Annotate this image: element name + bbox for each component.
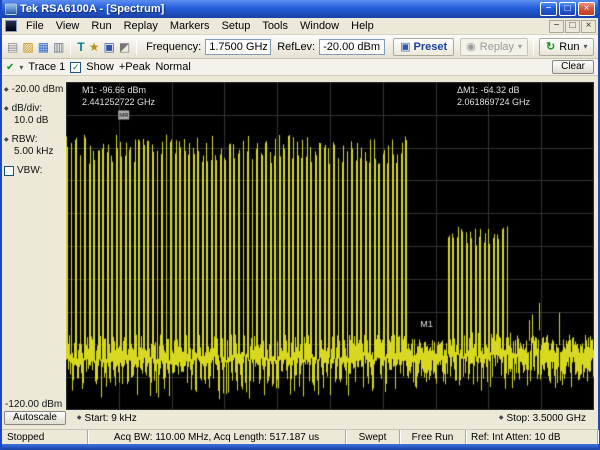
vbw-checkbox[interactable] xyxy=(4,165,14,176)
rbw-control[interactable]: ◆ RBW: xyxy=(2,134,66,145)
show-label: Show xyxy=(86,61,114,73)
window-title: Tek RSA6100A - [Spectrum] xyxy=(20,3,165,15)
chevron-down-icon: ▾ xyxy=(583,42,588,51)
bullet-icon: ◆ xyxy=(4,86,9,93)
trigger-icon[interactable]: T xyxy=(76,38,85,56)
settings-sidebar: ◆ -20.00 dBm ◆ dB/div: 10.0 dB ◆ RBW: 5.… xyxy=(2,76,66,410)
frequency-range-bar: Autoscale ◆ Start: 9 kHz ◆ Stop: 3.5000 … xyxy=(2,410,598,426)
dbdiv-control[interactable]: ◆ dB/div: xyxy=(2,103,66,114)
analyze-icon[interactable]: ◩ xyxy=(118,38,131,56)
app-window: Tek RSA6100A - [Spectrum] − □ × File Vie… xyxy=(0,0,600,450)
titlebar[interactable]: Tek RSA6100A - [Spectrum] − □ × xyxy=(2,0,598,18)
preset-label: Preset xyxy=(413,40,448,53)
menu-run[interactable]: Run xyxy=(85,19,117,33)
spectrum-window-icon xyxy=(5,20,17,32)
menu-file[interactable]: File xyxy=(20,19,50,33)
toolbar-separator xyxy=(533,38,535,55)
toolbar-separator xyxy=(136,38,138,55)
vbw-control[interactable]: VBW: xyxy=(2,165,66,176)
app-icon xyxy=(5,3,17,15)
save-icon[interactable]: ▦ xyxy=(37,38,50,56)
checkmark-icon: ✓ xyxy=(72,61,80,72)
frequency-label: Frequency: xyxy=(146,40,202,53)
menu-replay[interactable]: Replay xyxy=(118,19,164,33)
dbdiv-label: dB/div: xyxy=(11,103,43,114)
main-area: ◆ -20.00 dBm ◆ dB/div: 10.0 dB ◆ RBW: 5.… xyxy=(2,76,598,410)
window-bottom-edge xyxy=(2,444,598,450)
replay-icon: ◉ xyxy=(466,41,476,53)
acq-bw-status: Acq BW: 110.00 MHz, Acq Length: 517.187 … xyxy=(88,430,346,444)
readout-line: M1: -96.66 dBm xyxy=(82,85,147,95)
ref-level-value: -20.00 dBm xyxy=(11,84,64,95)
run-button[interactable]: ↻ Run ▾ xyxy=(539,37,595,56)
autoscale-button[interactable]: Autoscale xyxy=(4,411,66,425)
menu-markers[interactable]: Markers xyxy=(164,19,216,33)
open-file-icon[interactable]: ▨ xyxy=(21,38,34,56)
child-restore-button[interactable]: □ xyxy=(565,19,580,33)
preset-icon: ▣ xyxy=(400,41,411,53)
spectrum-display: M1: -96.66 dBm 2.441252722 GHz ΔM1: -64.… xyxy=(66,82,594,410)
trace-selector[interactable]: Trace 1 xyxy=(28,61,65,73)
marker-readout-delta: ΔM1: -64.32 dB 2.061869724 GHz xyxy=(457,85,530,108)
menu-tools[interactable]: Tools xyxy=(256,19,294,33)
rbw-label: RBW: xyxy=(11,134,38,145)
toolbar: ▤ ▨ ▦ ▥ T ★ ▣ ◩ Frequency: RefLev: ▣ Pre… xyxy=(2,35,598,59)
window-controls: − □ × xyxy=(540,2,595,16)
start-frequency-label[interactable]: Start: 9 kHz xyxy=(85,413,137,424)
menu-view[interactable]: View xyxy=(50,19,86,33)
ref-atten-status: Ref: Int Atten: 10 dB xyxy=(466,430,598,444)
rbw-value: 5.00 kHz xyxy=(14,146,54,157)
chevron-down-icon: ▾ xyxy=(518,42,523,51)
vbw-label: VBW: xyxy=(17,165,43,176)
replay-label: Replay xyxy=(479,40,515,53)
run-label: Run xyxy=(559,40,580,53)
trace-toolbar: ✔ ▾ Trace 1 ✓ Show +Peak Normal Clear xyxy=(2,59,598,76)
bullet-icon: ◆ xyxy=(4,136,9,143)
close-button[interactable]: × xyxy=(578,2,595,16)
run-icon: ↻ xyxy=(546,41,556,53)
bullet-icon: ◆ xyxy=(498,415,504,421)
new-file-icon[interactable]: ▤ xyxy=(6,38,19,56)
dbdiv-value: 10.0 dB xyxy=(14,115,49,126)
sweep-status: Swept xyxy=(346,430,400,444)
clear-button[interactable]: Clear xyxy=(552,60,594,74)
menu-help[interactable]: Help xyxy=(345,19,380,33)
minimize-button[interactable]: − xyxy=(540,2,557,16)
toolbar-separator xyxy=(70,38,72,55)
displays-icon[interactable]: ▣ xyxy=(102,38,115,56)
spectrum-canvas[interactable] xyxy=(66,82,594,410)
chevron-down-icon[interactable]: ▾ xyxy=(19,63,23,72)
print-icon[interactable]: ▥ xyxy=(52,38,65,56)
marker-table-icon[interactable]: ★ xyxy=(88,38,101,56)
readout-line: 2.441252722 GHz xyxy=(82,96,156,107)
marker-readout-m1: M1: -96.66 dBm 2.441252722 GHz xyxy=(82,85,155,108)
menu-window[interactable]: Window xyxy=(294,19,345,33)
bullet-icon: ◆ xyxy=(4,105,9,112)
reflev-input[interactable] xyxy=(319,38,386,55)
maximize-button[interactable]: □ xyxy=(559,2,576,16)
child-close-button[interactable]: × xyxy=(581,19,596,33)
show-checkbox[interactable]: ✓ xyxy=(70,61,82,73)
trace-enabled-icon: ✔ xyxy=(6,61,15,73)
readout-line: ΔM1: -64.32 dB xyxy=(456,85,520,95)
statusbar: Stopped Acq BW: 110.00 MHz, Acq Length: … xyxy=(2,429,598,444)
readout-line: 2.061869724 GHz xyxy=(456,96,530,107)
frequency-input[interactable] xyxy=(205,38,272,55)
menubar: File View Run Replay Markers Setup Tools… xyxy=(2,18,598,35)
stop-frequency-label[interactable]: Stop: 3.5000 GHz xyxy=(507,413,587,424)
child-minimize-button[interactable]: − xyxy=(549,19,564,33)
replay-button[interactable]: ◉ Replay ▾ xyxy=(460,37,529,56)
ref-level-control[interactable]: ◆ -20.00 dBm xyxy=(2,84,66,95)
detection-selector[interactable]: +Peak xyxy=(119,61,151,73)
reflev-label: RefLev: xyxy=(277,40,316,53)
menu-setup[interactable]: Setup xyxy=(216,19,257,33)
function-selector[interactable]: Normal xyxy=(155,61,190,73)
acquisition-status: Stopped xyxy=(2,430,88,444)
trigger-status: Free Run xyxy=(400,430,466,444)
bottom-level-value: -120.00 dBm xyxy=(5,399,63,410)
preset-button[interactable]: ▣ Preset xyxy=(393,37,455,56)
bullet-icon: ◆ xyxy=(76,415,82,421)
